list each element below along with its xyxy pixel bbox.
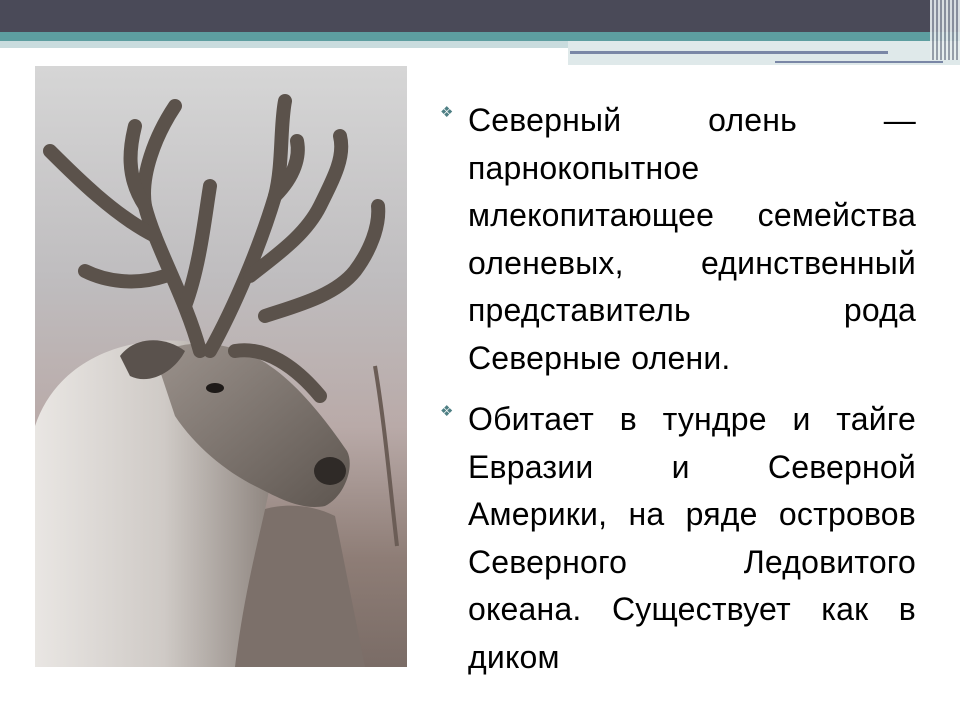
star-bullet-icon: ❖ xyxy=(440,103,454,121)
deer-nose xyxy=(314,457,346,485)
bullet-text: Обитает в тундре и тайге Евразии и Север… xyxy=(468,401,916,675)
bullet-text: Северный олень — парнокопытное млекопита… xyxy=(468,102,916,376)
reindeer-photo xyxy=(35,66,407,667)
bullet-item-habitat: ❖ Обитает в тундре и тайге Евразии и Сев… xyxy=(440,396,916,681)
header-teal-band xyxy=(0,32,960,41)
header-accent-line-short xyxy=(775,61,943,63)
header-stripes xyxy=(930,0,960,60)
header-accent-line xyxy=(570,51,888,54)
deer-eye xyxy=(206,383,224,393)
bullet-item-description: ❖ Северный олень — парнокопытное млекопи… xyxy=(440,97,916,382)
header-dark-band xyxy=(0,0,960,32)
slide-text: ❖ Северный олень — парнокопытное млекопи… xyxy=(440,97,916,695)
star-bullet-icon: ❖ xyxy=(440,402,454,420)
slide: ❖ Северный олень — парнокопытное млекопи… xyxy=(0,0,960,720)
reindeer-illustration xyxy=(35,94,399,667)
